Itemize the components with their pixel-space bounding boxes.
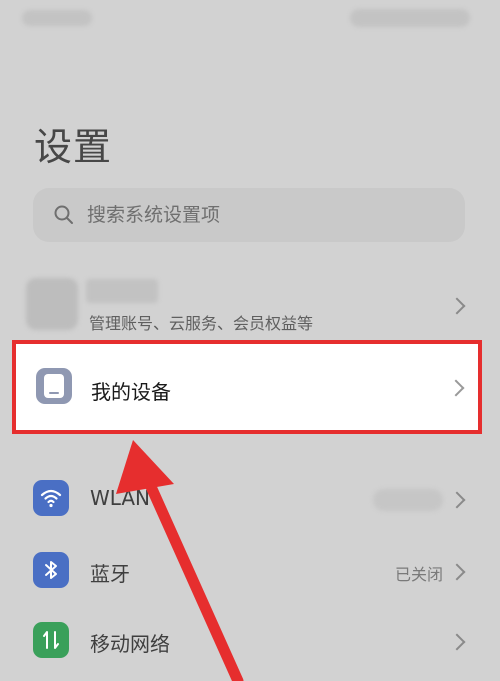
annotation-arrow-icon: [116, 440, 244, 681]
